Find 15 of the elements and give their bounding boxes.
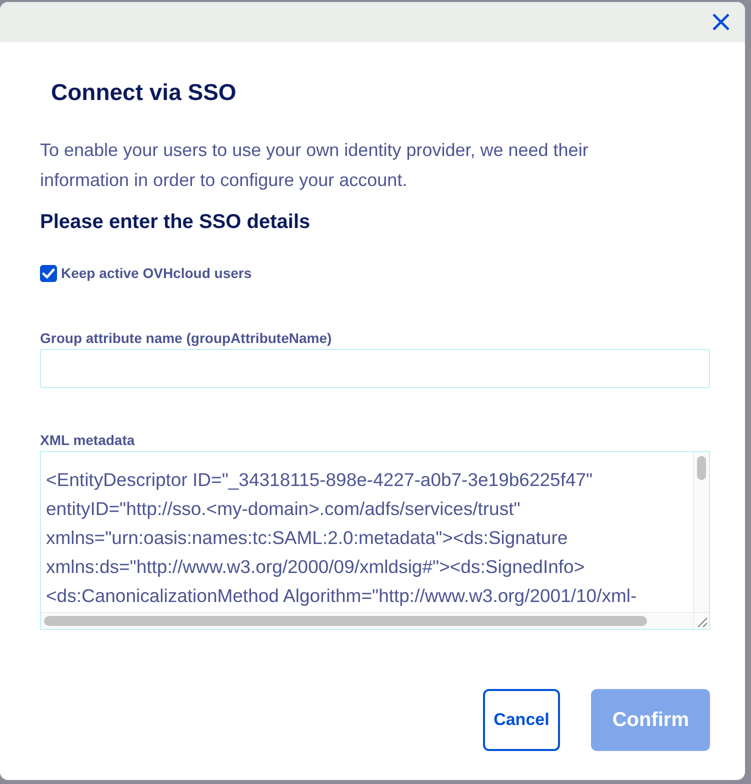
group-attribute-input[interactable]	[40, 349, 710, 388]
checkmark-icon	[42, 266, 55, 280]
description-text: To enable your users to use your own identity provider, we need their information in order to configure your account.	[40, 139, 590, 192]
close-icon	[712, 13, 730, 31]
vertical-scrollbar-thumb[interactable]	[697, 456, 706, 480]
section-heading: Please enter the SSO details	[40, 210, 312, 235]
resize-grip-icon[interactable]	[693, 613, 709, 629]
checkbox-label: Keep active OVHcloud users	[61, 264, 252, 282]
xml-metadata-textarea[interactable]: <EntityDescriptor ID="_34318115-898e-4227-a0b7-3e19b6225f47" entityID="http://sso.<my-domain>.com/adfs/services/trust" xmlns="urn:oasis:names:tc:SAML:2.0:metadata"><ds:Signature xmlns:ds="http://www.w3.org/2000/09/xmldsig#"><ds:SignedInfo> <ds:CanonicalizationMethod Algorithm="http://www.w3.org/2001/10/xml-	[40, 451, 710, 630]
field-label: Group attribute name (groupAttributeName)	[40, 329, 333, 347]
dialog-title: Connect via SSO	[51, 78, 238, 106]
field-label: XML metadata	[40, 431, 136, 449]
checkbox[interactable]	[40, 264, 57, 282]
cancel-button[interactable]: Cancel	[482, 689, 560, 751]
horizontal-scrollbar-thumb[interactable]	[44, 616, 647, 626]
